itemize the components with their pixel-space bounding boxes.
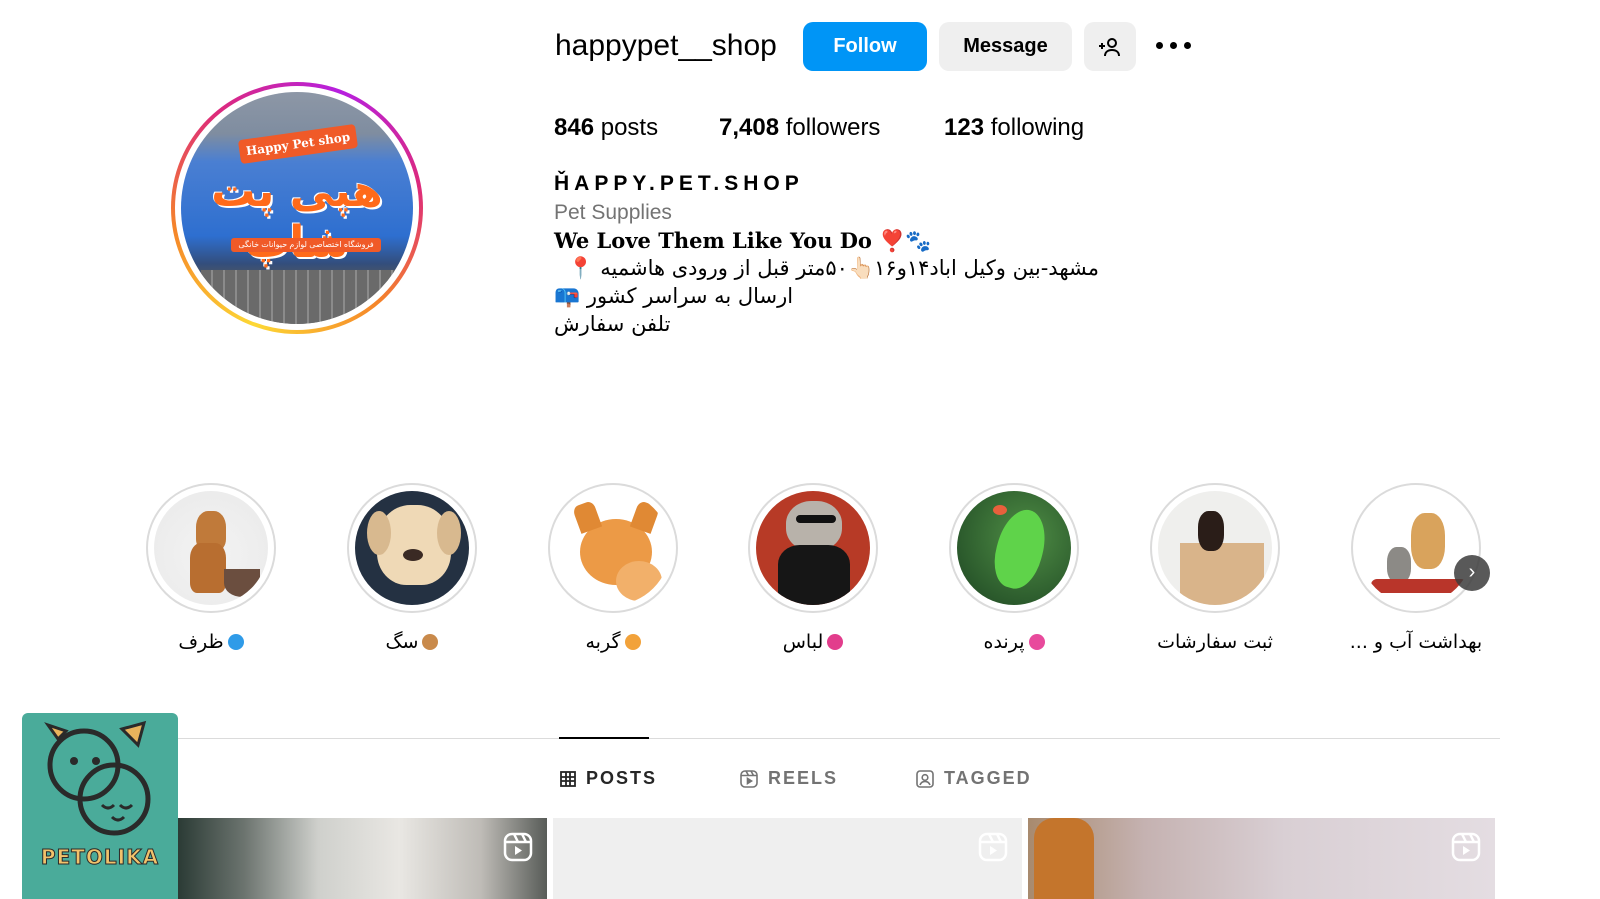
highlight-bowl[interactable]: ظرف	[146, 483, 276, 653]
posts-count: 846 posts	[554, 114, 659, 141]
profile-category: Pet Supplies	[554, 201, 672, 224]
highlight-cover-ring	[748, 483, 878, 613]
highlight-label: سگ	[327, 631, 497, 653]
tagged-icon	[916, 769, 934, 788]
highlight-cover-ring	[347, 483, 477, 613]
highlight-hygiene[interactable]: بهداشت آب و ...	[1350, 483, 1482, 653]
highlight-cover-image	[1359, 491, 1473, 605]
reel-indicator-icon	[503, 832, 533, 862]
highlight-label: بهداشت آب و ...	[1349, 631, 1483, 653]
highlight-cover-ring	[949, 483, 1079, 613]
highlight-cover-image	[1158, 491, 1272, 605]
highlight-clothes[interactable]: لباس	[748, 483, 878, 653]
following-count[interactable]: 123 following	[944, 114, 1084, 142]
highlight-cover-ring	[548, 483, 678, 613]
highlight-cover-image	[756, 491, 870, 605]
post-thumbnail[interactable]	[1028, 818, 1495, 899]
reels-icon	[740, 769, 758, 788]
bio-address-line: مشهد-بین وکیل اباد۱۴و۱۶👆🏻۵۰متر قبل از ور…	[567, 256, 1099, 280]
highlights-next-button[interactable]: ›	[1454, 555, 1490, 591]
tabs-divider	[178, 738, 1500, 739]
highlight-label: ظرف	[126, 631, 296, 653]
reel-indicator-icon	[978, 832, 1008, 862]
profile-username: happypet__shop	[555, 29, 777, 62]
bio-shipping-line: ارسال به سراسر کشور 📪	[554, 284, 794, 308]
avatar: Happy Pet shop هپی پت شاپ فروشگاه اختصاص…	[181, 92, 413, 324]
avatar-shop-door	[201, 270, 401, 324]
highlight-label: گربه	[528, 631, 698, 653]
chevron-right-icon: ›	[1468, 561, 1476, 583]
tab-tagged[interactable]: TAGGED	[916, 768, 1032, 789]
highlight-cover-image	[556, 491, 670, 605]
highlight-cat[interactable]: گربه	[548, 483, 678, 653]
follow-button[interactable]: Follow	[803, 22, 927, 71]
followers-count[interactable]: 7,408 followers	[719, 114, 880, 142]
profile-avatar-story-ring[interactable]: Happy Pet shop هپی پت شاپ فروشگاه اختصاص…	[171, 82, 423, 334]
add-person-icon	[1099, 38, 1120, 57]
highlight-cover-image	[957, 491, 1071, 605]
avatar-sign-strip: فروشگاه اختصاصی لوازم حیوانات خانگی	[231, 238, 381, 252]
highlight-cover-ring	[1351, 483, 1481, 613]
reel-indicator-icon	[1451, 832, 1481, 862]
watermark-brand: PETOLIKA	[40, 845, 160, 870]
highlight-orders[interactable]: ثبت سفارشات	[1150, 483, 1280, 653]
pet-faces-logo-icon	[44, 720, 151, 836]
avatar-sign-persian: هپی پت شاپ	[211, 166, 383, 268]
highlight-dog[interactable]: سگ	[347, 483, 477, 653]
highlight-label: لباس	[728, 631, 898, 653]
tab-reels[interactable]: REELS	[740, 768, 838, 789]
highlight-bird[interactable]: پرنده	[949, 483, 1079, 653]
post-thumbnail[interactable]	[553, 818, 1022, 899]
highlight-cover-image	[154, 491, 268, 605]
highlight-cover-ring	[1150, 483, 1280, 613]
bio-slogan: We Love Them Like You Do ❣️🐾	[554, 228, 932, 253]
avatar-sign-english: Happy Pet shop	[237, 123, 359, 165]
suggested-accounts-button[interactable]	[1084, 22, 1136, 71]
avatar-border: Happy Pet shop هپی پت شاپ فروشگاه اختصاص…	[175, 86, 419, 330]
post-thumbnail[interactable]	[178, 818, 547, 899]
watermark-logo: PETOLIKA	[22, 713, 178, 899]
highlight-label: پرنده	[929, 631, 1099, 653]
bio-phone-line: تلفن سفارش	[554, 312, 671, 336]
profile-full-name: ȞAPPY.PET.SHOP	[554, 172, 804, 195]
active-tab-indicator	[559, 737, 649, 739]
highlight-cover-image	[355, 491, 469, 605]
highlight-cover-ring	[146, 483, 276, 613]
tab-posts[interactable]: POSTS	[560, 768, 657, 789]
more-options-icon[interactable]	[1156, 36, 1192, 56]
message-button[interactable]: Message	[939, 22, 1072, 71]
grid-icon	[560, 770, 576, 787]
highlight-label: ثبت سفارشات	[1157, 631, 1273, 653]
